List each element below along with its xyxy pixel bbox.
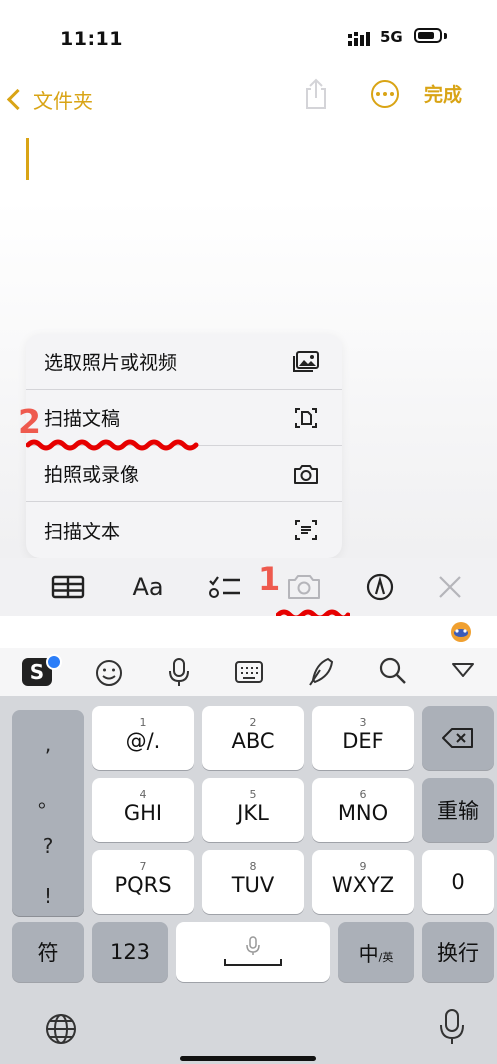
key-0[interactable]: 0 — [422, 850, 494, 914]
note-toolbar: Aa — [0, 558, 497, 616]
space-mic-icon — [224, 936, 282, 966]
numbers-button[interactable]: 123 — [92, 922, 168, 982]
punct-exclaim[interactable]: ! — [12, 884, 84, 908]
scan-text-icon — [295, 520, 317, 540]
key-number: 5 — [249, 788, 257, 801]
lang-en-label: /英 — [378, 951, 394, 964]
menu-item-label: 拍照或录像 — [44, 464, 140, 486]
key-label: @/. — [125, 729, 161, 753]
ime-candidate-strip — [0, 616, 497, 648]
key-number: 9 — [359, 860, 367, 873]
key-1[interactable]: 1 @/. — [92, 706, 194, 770]
key-4[interactable]: 4 GHI — [92, 778, 194, 842]
language-toggle-button[interactable]: 中/英 — [338, 922, 414, 982]
text-cursor — [26, 138, 29, 180]
retype-button[interactable]: 重输 — [422, 778, 494, 842]
markup-icon[interactable] — [364, 572, 396, 602]
key-number: 3 — [359, 716, 367, 729]
keyboard-icon[interactable] — [234, 660, 264, 684]
key-number: 1 — [139, 716, 147, 729]
key-5[interactable]: 5 JKL — [202, 778, 304, 842]
key-number: 6 — [359, 788, 367, 801]
attachment-menu: 选取照片或视频 扫描文稿 拍照或录像 扫描文本 — [26, 334, 342, 558]
dot — [376, 92, 380, 96]
close-icon[interactable] — [436, 572, 464, 602]
signal-icon — [348, 32, 370, 46]
menu-item-scan-text[interactable]: 扫描文本 — [26, 502, 342, 558]
battery-cap — [444, 33, 447, 39]
annotation-step-1: 1 — [258, 560, 281, 598]
dot — [383, 92, 387, 96]
symbols-button[interactable]: 符 — [12, 922, 84, 982]
backspace-icon — [442, 728, 473, 748]
lang-zh-label: 中 — [358, 941, 379, 966]
menu-item-label: 扫描文稿 — [44, 408, 121, 430]
dot — [390, 92, 394, 96]
key-label: MNO — [337, 801, 389, 825]
key-6[interactable]: 6 MNO — [312, 778, 414, 842]
notification-dot — [46, 654, 62, 670]
punctuation-column[interactable]: , 。 ? ! — [12, 710, 84, 916]
punct-period[interactable]: 。 — [12, 784, 84, 813]
key-label: DEF — [342, 729, 384, 753]
scan-document-icon — [295, 407, 317, 428]
menu-item-label: 扫描文本 — [44, 520, 121, 543]
menu-item-choose-photo[interactable]: 选取照片或视频 — [26, 334, 342, 390]
key-label: ABC — [231, 729, 275, 753]
key-label: PQRS — [114, 873, 172, 897]
key-number: 8 — [249, 860, 257, 873]
checklist-icon[interactable] — [206, 572, 244, 602]
key-7[interactable]: 7 PQRS — [92, 850, 194, 914]
key-label: TUV — [231, 873, 275, 897]
key-number: 2 — [249, 716, 257, 729]
format-text-button[interactable]: Aa — [128, 572, 168, 602]
key-label: GHI — [123, 801, 163, 825]
collapse-icon[interactable] — [450, 660, 476, 680]
share-icon[interactable] — [302, 78, 330, 110]
key-label: JKL — [237, 801, 269, 825]
key-8[interactable]: 8 TUV — [202, 850, 304, 914]
menu-item-scan-document[interactable]: 扫描文稿 — [26, 390, 342, 446]
handwriting-icon[interactable] — [306, 656, 336, 688]
status-time: 11:11 — [60, 28, 123, 50]
battery-icon — [414, 28, 442, 43]
microphone-icon[interactable] — [166, 656, 192, 688]
more-options-button[interactable] — [371, 80, 399, 108]
done-button[interactable]: 完成 — [424, 80, 462, 107]
network-type: 5G — [380, 28, 403, 46]
key-number: 7 — [139, 860, 147, 873]
search-icon[interactable] — [378, 656, 408, 686]
photo-library-icon — [293, 350, 319, 372]
enter-button[interactable]: 换行 — [422, 922, 494, 982]
menu-item-take-photo[interactable]: 拍照或录像 — [26, 446, 342, 502]
dictation-icon[interactable] — [438, 1008, 466, 1046]
emoji-icon[interactable] — [94, 658, 124, 688]
table-icon[interactable] — [50, 572, 86, 602]
key-2[interactable]: 2 ABC — [202, 706, 304, 770]
back-button[interactable]: 文件夹 — [4, 84, 93, 114]
chevron-left-icon — [6, 88, 29, 110]
key-3[interactable]: 3 DEF — [312, 706, 414, 770]
globe-icon[interactable] — [44, 1012, 78, 1046]
sogou-mascot-icon[interactable] — [448, 618, 474, 644]
delete-button[interactable] — [422, 706, 494, 770]
key-label: WXYZ — [331, 873, 395, 897]
home-indicator — [180, 1056, 316, 1061]
annotation-step-2: 2 — [18, 402, 41, 441]
punct-comma[interactable]: , — [12, 732, 84, 756]
key-9[interactable]: 9 WXYZ — [312, 850, 414, 914]
space-bar[interactable] — [176, 922, 330, 982]
back-label: 文件夹 — [33, 88, 93, 113]
camera-icon — [294, 464, 318, 484]
camera-icon[interactable] — [286, 572, 322, 602]
key-number: 4 — [139, 788, 147, 801]
punct-question[interactable]: ? — [12, 834, 84, 858]
menu-item-label: 选取照片或视频 — [44, 352, 178, 374]
